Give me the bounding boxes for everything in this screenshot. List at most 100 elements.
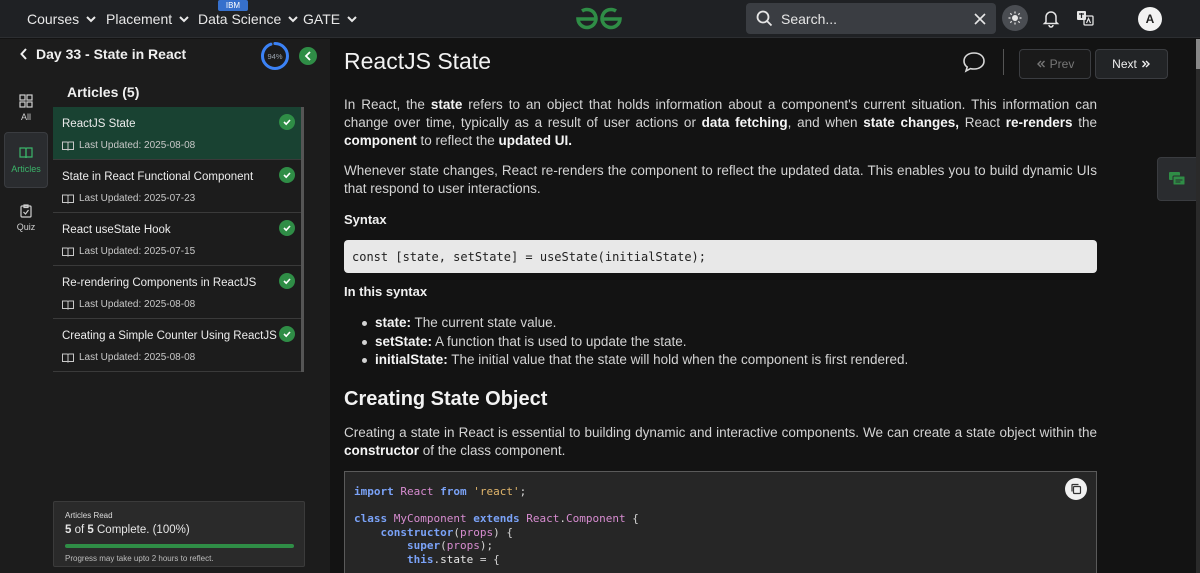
- page-scrollbar-thumb[interactable]: [1196, 39, 1200, 69]
- book-icon: [62, 141, 74, 151]
- double-chevron-right-icon: [1141, 60, 1150, 68]
- in-syntax-heading: In this syntax: [344, 284, 428, 299]
- rerender-paragraph: Whenever state changes, React re-renders…: [344, 163, 1097, 196]
- search-bar[interactable]: [746, 3, 996, 34]
- progress-card-label: Articles Read: [65, 511, 113, 520]
- chat-icon: [1169, 172, 1186, 186]
- day-title: Day 33 - State in React: [36, 46, 187, 62]
- article-item[interactable]: ReactJS State Last Updated: 2025-08-08: [53, 107, 303, 160]
- book-icon: [19, 147, 33, 159]
- rail-label: Articles: [11, 164, 41, 174]
- check-icon: [279, 114, 295, 130]
- progress-ring: 94%: [260, 41, 290, 71]
- chevron-down-icon: [179, 16, 189, 23]
- article-updated: Last Updated: 2025-08-08: [79, 140, 196, 151]
- nav-gate-label: GATE: [303, 11, 341, 27]
- book-icon: [62, 300, 74, 310]
- rail-label: Quiz: [16, 222, 36, 232]
- article-updated: Last Updated: 2025-08-08: [79, 352, 196, 363]
- book-icon: [62, 353, 74, 363]
- theme-toggle-button[interactable]: [1002, 5, 1028, 31]
- check-icon: [279, 273, 295, 289]
- article-title: State in React Functional Component: [62, 171, 254, 183]
- sun-icon: [1008, 11, 1022, 25]
- progress-bar: [65, 544, 294, 548]
- grid-icon: [19, 94, 33, 108]
- page-scrollbar-track[interactable]: [1196, 39, 1200, 573]
- nav-placement-label: Placement: [106, 11, 173, 27]
- article-title: Re-rendering Components in ReactJS: [62, 277, 257, 289]
- nav-courses[interactable]: Courses: [27, 0, 97, 38]
- article-updated: Last Updated: 2025-08-08: [79, 299, 196, 310]
- article-title: React useState Hook: [62, 224, 171, 236]
- double-chevron-left-icon: [1036, 60, 1045, 68]
- bullet-term: state:: [375, 315, 412, 330]
- nav-data-science-label: Data Science: [198, 11, 282, 27]
- articles-header: Articles (5): [67, 84, 140, 100]
- day-title-back[interactable]: Day 33 - State in React: [20, 46, 186, 62]
- nav-courses-label: Courses: [27, 11, 80, 27]
- clipboard-icon: [20, 204, 32, 218]
- top-navbar: Courses Placement IBM Data Science GATE …: [0, 0, 1200, 38]
- check-icon: [279, 220, 295, 236]
- chat-button[interactable]: [1157, 157, 1197, 201]
- chevron-down-icon: [288, 16, 298, 23]
- rail-item-articles[interactable]: Articles: [4, 132, 48, 188]
- list-item: state: The current state value.: [362, 314, 908, 333]
- collapse-sidebar-button[interactable]: [299, 47, 317, 65]
- article-list-scrollbar[interactable]: [301, 107, 304, 372]
- search-icon: [756, 10, 773, 27]
- progress-of: of: [71, 524, 88, 536]
- translate-icon[interactable]: [1076, 9, 1094, 27]
- article-updated: Last Updated: 2025-07-23: [79, 193, 196, 204]
- syntax-code: const [state, setState] = useState(initi…: [344, 240, 1097, 273]
- progress-card-status: 5 of 5 Complete. (100%): [65, 524, 190, 536]
- gfg-logo[interactable]: [574, 6, 624, 32]
- syntax-heading: Syntax: [344, 212, 387, 227]
- next-label: Next: [1112, 57, 1137, 71]
- comment-icon[interactable]: [962, 51, 986, 73]
- rail-item-quiz[interactable]: Quiz: [4, 190, 48, 246]
- next-button[interactable]: Next: [1095, 49, 1168, 79]
- progress-note: Progress may take upto 2 hours to reflec…: [65, 554, 214, 563]
- copy-code-button[interactable]: [1065, 478, 1087, 500]
- article-item[interactable]: Creating a Simple Counter Using ReactJS …: [53, 319, 303, 372]
- close-icon[interactable]: [974, 12, 986, 25]
- article-body: In React, the state refers to an object …: [344, 96, 1097, 198]
- avatar[interactable]: A: [1138, 7, 1162, 31]
- article-updated: Last Updated: 2025-07-15: [79, 246, 196, 257]
- article-meta: Last Updated: 2025-07-23: [62, 193, 195, 204]
- article-title: Creating a Simple Counter Using ReactJS: [62, 330, 277, 342]
- article-item[interactable]: Re-rendering Components in ReactJS Last …: [53, 266, 303, 319]
- page-title: ReactJS State: [344, 48, 492, 74]
- book-icon: [62, 194, 74, 204]
- bullet-text: The current state value.: [411, 315, 557, 330]
- progress-ring-label: 94%: [267, 52, 282, 61]
- rail-item-all[interactable]: All: [4, 80, 48, 136]
- search-input[interactable]: [781, 10, 966, 27]
- article-item[interactable]: React useState Hook Last Updated: 2025-0…: [53, 213, 303, 266]
- nav-placement[interactable]: Placement: [106, 0, 190, 38]
- article-meta: Last Updated: 2025-08-08: [62, 299, 195, 310]
- bell-icon[interactable]: [1041, 8, 1061, 28]
- check-icon: [279, 167, 295, 183]
- section-paragraph: Creating a state in React is essential t…: [344, 425, 1097, 458]
- nav-data-science[interactable]: Data Science: [198, 0, 299, 38]
- copy-icon: [1071, 483, 1082, 495]
- code-block: import React from 'react'; class MyCompo…: [344, 471, 1097, 573]
- article-list: ReactJS State Last Updated: 2025-08-08 S…: [53, 107, 303, 372]
- prev-label: Prev: [1049, 57, 1075, 71]
- book-icon: [62, 247, 74, 257]
- nav-gate[interactable]: GATE: [303, 0, 358, 38]
- article-meta: Last Updated: 2025-08-08: [62, 352, 195, 363]
- bullet-term: initialState:: [375, 352, 448, 367]
- progress-card: Articles Read 5 of 5 Complete. (100%) Pr…: [53, 501, 305, 567]
- prev-button[interactable]: Prev: [1019, 49, 1091, 79]
- toolbar-divider: [1003, 49, 1004, 75]
- bullet-term: setState:: [375, 333, 433, 349]
- article-item[interactable]: State in React Functional Component Last…: [53, 160, 303, 213]
- progress-suffix: Complete. (100%): [93, 524, 190, 536]
- list-item: setState: A function that is used to upd…: [362, 333, 908, 352]
- article-title: ReactJS State: [62, 118, 136, 130]
- rail-label: All: [20, 112, 31, 122]
